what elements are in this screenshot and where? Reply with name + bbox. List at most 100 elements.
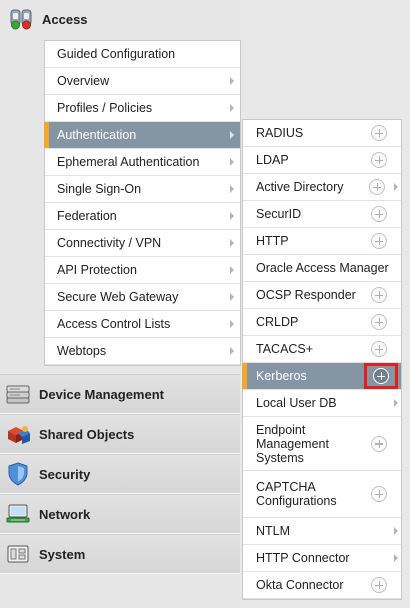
access-icon — [8, 6, 34, 32]
menu-item-access-control-lists[interactable]: Access Control Lists — [45, 311, 240, 338]
menu-item-guided-configuration[interactable]: Guided Configuration — [45, 41, 240, 68]
chevron-right-icon — [230, 104, 234, 112]
add-plus-icon[interactable] — [371, 287, 387, 303]
menu-item-label: Webtops — [57, 344, 107, 358]
menu-item-secure-web-gateway[interactable]: Secure Web Gateway — [45, 284, 240, 311]
menu-item-connectivity-vpn[interactable]: Connectivity / VPN — [45, 230, 240, 257]
menu-item-http[interactable]: HTTP — [243, 228, 401, 255]
chevron-right-icon — [394, 527, 398, 535]
chevron-right-icon — [230, 131, 234, 139]
add-plus-icon[interactable] — [371, 206, 387, 222]
menu-item-label: CRLDP — [256, 315, 299, 329]
menu-item-label: LDAP — [256, 153, 289, 167]
menu-item-radius[interactable]: RADIUS — [243, 120, 401, 147]
menu-item-label: Active Directory — [256, 180, 344, 194]
menu-item-overview[interactable]: Overview — [45, 68, 240, 95]
menu-item-ephemeral-authentication[interactable]: Ephemeral Authentication — [45, 149, 240, 176]
nav-section-label: Device Management — [39, 386, 164, 402]
menu-item-label: Okta Connector — [256, 578, 344, 592]
menu-item-securid[interactable]: SecurID — [243, 201, 401, 228]
menu-item-federation[interactable]: Federation — [45, 203, 240, 230]
menu-item-label: RADIUS — [256, 126, 304, 140]
nav-section-label: System — [39, 546, 86, 562]
menu-item-endpoint-management-systems[interactable]: Endpoint Management Systems — [243, 417, 401, 471]
shared-objects-icon — [5, 421, 31, 447]
menu-item-tacacs[interactable]: TACACS+ — [243, 336, 401, 363]
menu-item-ldap[interactable]: LDAP — [243, 147, 401, 174]
menu-item-label: Federation — [57, 209, 117, 223]
add-plus-icon[interactable] — [369, 179, 385, 195]
add-plus-icon[interactable] — [371, 233, 387, 249]
menu-item-label: Access Control Lists — [57, 317, 171, 331]
menu-item-active-directory[interactable]: Active Directory — [243, 174, 401, 201]
menu-item-label: Connectivity / VPN — [57, 236, 162, 250]
nav-section-label: Shared Objects — [39, 426, 135, 442]
chevron-right-icon — [394, 399, 398, 407]
chevron-right-icon — [230, 212, 234, 220]
menu-item-label: Profiles / Policies — [57, 101, 153, 115]
add-plus-icon[interactable] — [371, 577, 387, 593]
menu-item-kerberos[interactable]: Kerberos — [242, 363, 401, 390]
menu-item-label: Ephemeral Authentication — [57, 155, 200, 169]
menu-item-profiles-policies[interactable]: Profiles / Policies — [45, 95, 240, 122]
menu-item-label: Guided Configuration — [57, 47, 176, 61]
chevron-right-icon — [230, 347, 234, 355]
menu-item-label: HTTP — [256, 234, 289, 248]
menu-item-http-connector[interactable]: HTTP Connector — [243, 545, 401, 572]
nav-section-label: Access — [42, 11, 88, 27]
nav-section-label: Network — [39, 506, 91, 522]
device-management-icon — [5, 381, 31, 407]
chevron-right-icon — [394, 554, 398, 562]
add-plus-icon[interactable] — [373, 368, 389, 384]
menu-item-label: SecurID — [256, 207, 302, 221]
nav-section-security[interactable]: Security — [0, 454, 240, 494]
menu-item-webtops[interactable]: Webtops — [45, 338, 240, 365]
menu-item-label: Secure Web Gateway — [57, 290, 179, 304]
network-icon — [5, 501, 31, 527]
nav-section-label: Security — [39, 466, 91, 482]
add-plus-icon[interactable] — [371, 341, 387, 357]
menu-item-label: Authentication — [57, 128, 137, 142]
chevron-right-icon — [230, 77, 234, 85]
nav-section-system[interactable]: System — [0, 534, 240, 574]
menu-item-single-sign-on[interactable]: Single Sign-On — [45, 176, 240, 203]
add-plus-icon[interactable] — [371, 435, 387, 452]
add-plus-icon[interactable] — [371, 314, 387, 330]
menu-item-crldp[interactable]: CRLDP — [243, 309, 401, 336]
nav-section-access[interactable]: Access — [0, 0, 240, 38]
menu-item-label: TACACS+ — [256, 342, 314, 356]
menu-item-label: HTTP Connector — [256, 551, 350, 565]
nav-section-device-management[interactable]: Device Management — [0, 374, 240, 414]
add-plus-icon[interactable] — [371, 152, 387, 168]
menu-item-label: Kerberos — [256, 369, 307, 383]
add-plus-icon[interactable] — [371, 486, 387, 502]
menu-item-api-protection[interactable]: API Protection — [45, 257, 240, 284]
chevron-right-icon — [230, 293, 234, 301]
chevron-right-icon — [230, 320, 234, 328]
menu-item-okta-connector[interactable]: Okta Connector — [243, 572, 401, 599]
add-plus-icon[interactable] — [371, 125, 387, 141]
menu-item-label: OCSP Responder — [256, 288, 356, 302]
menu-item-captcha-configurations[interactable]: CAPTCHA Configurations — [243, 471, 401, 518]
chevron-right-icon — [230, 266, 234, 274]
menu-item-label: Oracle Access Manager — [256, 261, 389, 275]
chevron-right-icon — [230, 158, 234, 166]
nav-section-shared-objects[interactable]: Shared Objects — [0, 414, 240, 454]
access-submenu: Guided Configuration Overview Profiles /… — [44, 40, 241, 366]
chevron-right-icon — [230, 185, 234, 193]
menu-item-label: Endpoint Management Systems — [256, 422, 329, 465]
menu-item-ntlm[interactable]: NTLM — [243, 518, 401, 545]
menu-item-ocsp-responder[interactable]: OCSP Responder — [243, 282, 401, 309]
authentication-flyout-menu: RADIUS LDAP Active Directory SecurID HTT… — [242, 119, 402, 600]
menu-item-label: NTLM — [256, 524, 291, 538]
nav-section-network[interactable]: Network — [0, 494, 240, 534]
chevron-right-icon — [230, 239, 234, 247]
menu-item-label: API Protection — [57, 263, 137, 277]
chevron-right-icon — [394, 183, 398, 191]
menu-item-local-user-db[interactable]: Local User DB — [243, 390, 401, 417]
security-shield-icon — [5, 461, 31, 487]
menu-item-label: Local User DB — [256, 396, 337, 410]
menu-item-authentication[interactable]: Authentication — [44, 122, 240, 149]
menu-item-oracle-access-manager[interactable]: Oracle Access Manager — [243, 255, 401, 282]
menu-item-label: CAPTCHA Configurations — [256, 480, 337, 508]
